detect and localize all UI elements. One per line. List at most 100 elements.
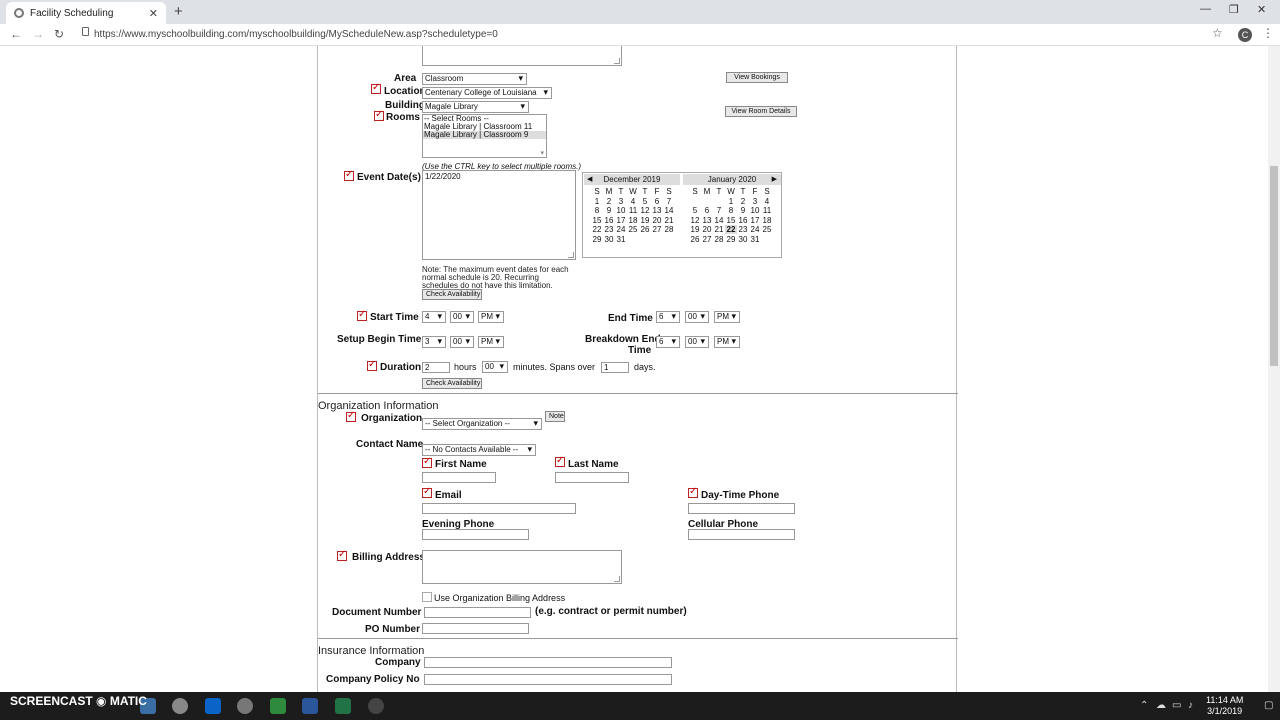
browser-menu-icon[interactable]: ⋮	[1262, 26, 1274, 40]
spans-days-input[interactable]: 1	[601, 362, 629, 373]
next-month-icon[interactable]: ▶	[772, 174, 777, 185]
end-ampm-select[interactable]: PM	[714, 311, 740, 323]
policy-no-input[interactable]	[424, 674, 672, 685]
calendar-day[interactable]: 6	[651, 197, 663, 206]
back-button[interactable]: ←	[10, 27, 22, 41]
company-input[interactable]	[424, 657, 672, 668]
calendar-day[interactable]: 24	[615, 225, 627, 234]
calendar-day[interactable]: 25	[761, 225, 773, 234]
calendar-day[interactable]: 29	[591, 235, 603, 244]
calendar-day[interactable]: 28	[663, 225, 675, 234]
notifications-icon[interactable]: ▢	[1264, 700, 1273, 711]
calendar-day[interactable]: 17	[749, 216, 761, 225]
breakdown-ampm-select[interactable]: PM	[714, 336, 740, 348]
new-tab-button[interactable]: +	[174, 3, 183, 20]
calendar-day[interactable]: 21	[713, 225, 725, 234]
rooms-option[interactable]: Magale Library | Classroom 9	[423, 131, 546, 139]
prev-month-icon[interactable]: ◀	[587, 174, 592, 185]
close-tab-icon[interactable]: ✕	[149, 7, 158, 20]
system-clock[interactable]: 11:14 AM 3/1/2019	[1206, 695, 1243, 717]
breakdown-hour-select[interactable]: 6	[656, 336, 680, 348]
note-button[interactable]: Note	[545, 411, 565, 422]
start-ampm-select[interactable]: PM	[478, 311, 504, 323]
calendar-day[interactable]: 9	[603, 206, 615, 215]
first-name-input[interactable]	[422, 472, 496, 483]
check-availability-button[interactable]: Check Availability	[422, 289, 482, 300]
calendar-day[interactable]: 24	[749, 225, 761, 234]
setup-minute-select[interactable]: 00	[450, 336, 474, 348]
minimize-button[interactable]: —	[1200, 3, 1211, 15]
use-org-billing-checkbox[interactable]	[422, 592, 432, 602]
check-availability-button[interactable]: Check Availability	[422, 378, 482, 389]
calendar-day[interactable]: 16	[603, 216, 615, 225]
calendar-day[interactable]: 4	[761, 197, 773, 206]
outlook-icon[interactable]	[205, 698, 221, 714]
restore-button[interactable]: ❐	[1229, 3, 1239, 16]
forward-button[interactable]: →	[32, 27, 44, 41]
calendar-day[interactable]: 13	[701, 216, 713, 225]
chrome-icon[interactable]	[237, 698, 253, 714]
email-input[interactable]	[422, 503, 576, 514]
calendar-day[interactable]: 17	[615, 216, 627, 225]
calendar-day[interactable]: 19	[639, 216, 651, 225]
calendar-day[interactable]: 22	[725, 225, 737, 234]
calendar-day[interactable]: 11	[761, 206, 773, 215]
calendar-day[interactable]: 18	[761, 216, 773, 225]
browser-app-icon[interactable]	[172, 698, 188, 714]
calendar-day[interactable]: 14	[663, 206, 675, 215]
calendar-day[interactable]: 15	[725, 216, 737, 225]
calendar-day[interactable]: 13	[651, 206, 663, 215]
volume-icon[interactable]: ♪	[1188, 700, 1193, 711]
maps-icon[interactable]	[270, 698, 286, 714]
building-select[interactable]: Magale Library	[422, 101, 529, 113]
rooms-multiselect[interactable]: -- Select Rooms -- Magale Library | Clas…	[422, 114, 547, 158]
calendar-day[interactable]: 10	[615, 206, 627, 215]
duration-hours-input[interactable]: 2	[422, 362, 450, 373]
calendar-day[interactable]: 27	[701, 235, 713, 244]
calendar-day[interactable]: 30	[737, 235, 749, 244]
calendar-day[interactable]: 6	[701, 206, 713, 215]
event-dates-textarea[interactable]: 1/22/2020	[422, 170, 576, 260]
location-select[interactable]: Centenary College of Louisiana	[422, 87, 552, 99]
start-hour-select[interactable]: 4	[422, 311, 446, 323]
view-room-details-button[interactable]: View Room Details	[725, 106, 797, 117]
calendar-day[interactable]: 3	[749, 197, 761, 206]
duration-minutes-select[interactable]: 00	[482, 361, 508, 373]
calendar-day[interactable]: 11	[627, 206, 639, 215]
document-number-input[interactable]	[424, 607, 531, 618]
calendar-day[interactable]: 8	[591, 206, 603, 215]
calendar-day[interactable]: 26	[639, 225, 651, 234]
calendar-day[interactable]: 1	[591, 197, 603, 206]
contact-select[interactable]: -- No Contacts Available --	[422, 444, 536, 456]
calendar-day[interactable]: 31	[749, 235, 761, 244]
calendar-day[interactable]: 22	[591, 225, 603, 234]
calendar-day[interactable]: 20	[701, 225, 713, 234]
profile-avatar[interactable]: C	[1238, 28, 1252, 42]
calendar-day[interactable]: 23	[737, 225, 749, 234]
calendar-day[interactable]: 2	[737, 197, 749, 206]
calendar-day[interactable]: 28	[713, 235, 725, 244]
close-window-button[interactable]: ✕	[1257, 3, 1266, 16]
excel-icon[interactable]	[335, 698, 351, 714]
calendar-day[interactable]: 3	[615, 197, 627, 206]
po-number-input[interactable]	[422, 623, 529, 634]
bookmark-star-icon[interactable]: ☆	[1212, 26, 1223, 40]
calendar-day[interactable]: 31	[615, 235, 627, 244]
cellular-phone-input[interactable]	[688, 529, 795, 540]
url-field[interactable]: https://www.myschoolbuilding.com/myschoo…	[80, 27, 1200, 43]
calendar-day[interactable]: 12	[689, 216, 701, 225]
calendar-day[interactable]: 18	[627, 216, 639, 225]
description-textarea[interactable]	[422, 46, 622, 66]
calendar-day[interactable]: 29	[725, 235, 737, 244]
calendar-day[interactable]: 19	[689, 225, 701, 234]
organization-select[interactable]: -- Select Organization --	[422, 418, 542, 430]
calendar-day[interactable]: 5	[639, 197, 651, 206]
calendar-day[interactable]: 25	[627, 225, 639, 234]
calendar-day[interactable]: 20	[651, 216, 663, 225]
calendar-day[interactable]: 23	[603, 225, 615, 234]
evening-phone-input[interactable]	[422, 529, 529, 540]
browser-tab[interactable]: Facility Scheduling ✕	[6, 2, 166, 24]
view-bookings-button[interactable]: View Bookings	[726, 72, 788, 83]
calendar-day[interactable]: 1	[725, 197, 737, 206]
scroll-down-icon[interactable]: ▾	[540, 149, 544, 157]
